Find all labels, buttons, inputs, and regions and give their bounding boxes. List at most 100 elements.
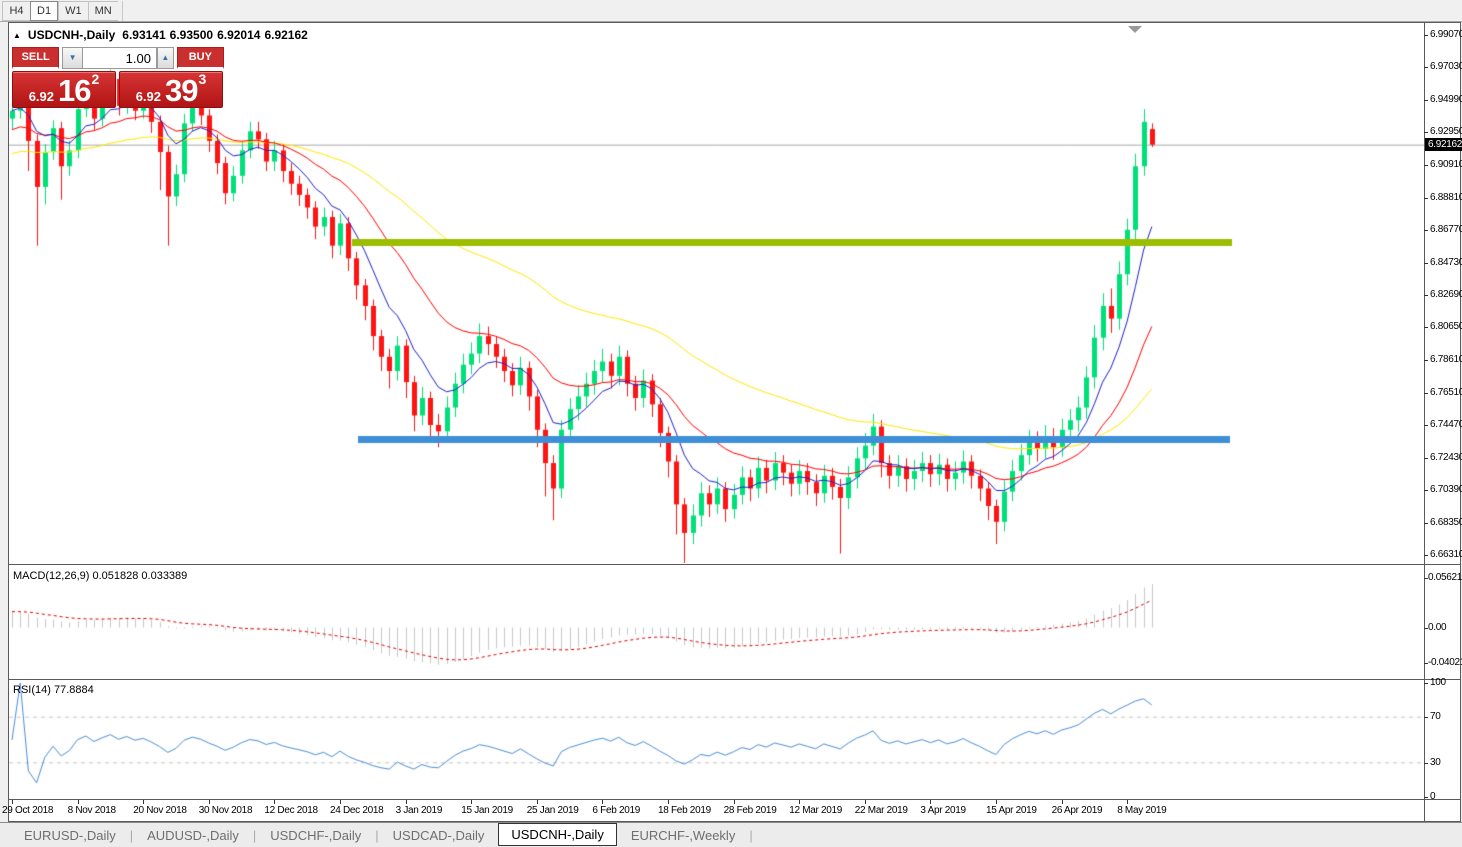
date-axis-tickmark	[668, 800, 669, 804]
macd-axis-label: 0.00	[1428, 621, 1447, 633]
sell-button[interactable]: SELL	[12, 47, 60, 69]
price-axis-tickmark	[1424, 164, 1428, 166]
date-axis-label: 3 Apr 2019	[920, 805, 966, 816]
price-axis-label: 6.66310	[1430, 549, 1462, 560]
price-axis-tickmark	[1424, 555, 1428, 556]
date-axis-tickmark	[143, 800, 145, 804]
macd-indicator-canvas[interactable]	[9, 566, 1424, 678]
timeframe-button-w1[interactable]: W1	[58, 0, 88, 21]
date-axis-label: 26 Apr 2019	[1051, 805, 1103, 816]
sell-price-point: 2	[91, 71, 100, 87]
date-axis-label: 18 Feb 2019	[658, 805, 711, 816]
tab-usdcnh-daily[interactable]: USDCNH-,Daily	[498, 822, 617, 846]
buy-price-point: 3	[198, 71, 207, 87]
metatrader-screen: H4 D1 W1 MN ▲ USDCNH-,Daily 6.93141 6.93…	[0, 0, 1462, 847]
date-axis-label: 6 Feb 2019	[592, 805, 640, 816]
buy-price-box[interactable]: 6.92 39 3	[119, 71, 223, 108]
date-axis-tickmark	[1061, 800, 1063, 804]
buy-price-base: 6.92	[135, 89, 162, 104]
ohlc-close: 6.92162	[264, 28, 308, 42]
price-axis-tickmark	[1424, 393, 1428, 395]
price-axis-label: 6.97030	[1430, 61, 1462, 73]
current-price-tag: 6.92162	[1425, 137, 1462, 151]
date-axis-label: 15 Apr 2019	[986, 805, 1037, 816]
price-axis-tickmark	[1424, 327, 1428, 329]
price-axis-label: 6.88810	[1430, 191, 1462, 203]
date-axis-tickmark	[602, 800, 604, 804]
chart-symbol-title: USDCNH-,Daily	[27, 28, 116, 42]
macd-panel-label: MACD(12,26,9) 0.051828 0.033389	[13, 570, 188, 582]
date-axis-tickmark	[274, 800, 276, 804]
price-axis-label: 6.78610	[1430, 353, 1462, 365]
price-axis-label: 6.92950	[1430, 126, 1462, 138]
date-axis-tickmark	[799, 800, 801, 804]
ohlc-low: 6.92014	[217, 28, 261, 42]
price-axis-label: 6.84730	[1430, 256, 1462, 268]
tab-eurusd-daily[interactable]: EURUSD-,Daily	[10, 825, 130, 846]
date-axis-label: 8 May 2019	[1117, 805, 1167, 816]
tab-eurchf-weekly[interactable]: EURCHF-,Weekly	[617, 825, 750, 846]
rsi-axis-tickmark	[1424, 683, 1428, 684]
buy-price-pips: 39	[165, 73, 198, 108]
price-axis-label: 6.70390	[1430, 484, 1462, 496]
price-axis-tickmark	[1424, 132, 1428, 134]
price-axis-tickmark	[1424, 67, 1428, 69]
timeframe-button-d1[interactable]: D1	[30, 0, 59, 21]
date-axis-label: 28 Feb 2019	[723, 805, 777, 816]
price-axis-label: 6.90910	[1430, 158, 1462, 170]
date-axis-label: 15 Jan 2019	[461, 805, 513, 816]
date-axis-tickmark	[405, 800, 407, 804]
price-axis-tickmark	[1424, 262, 1428, 264]
tab-usdcad-daily[interactable]: USDCAD-,Daily	[379, 825, 499, 846]
ohlc-high: 6.93500	[169, 28, 214, 42]
tab-separator: |	[749, 827, 753, 843]
chart-ohlc-header: ▲ USDCNH-,Daily 6.93141 6.93500 6.92014 …	[13, 28, 308, 42]
timeframe-toolbar: H4 D1 W1 MN	[0, 0, 1462, 22]
macd-rsi-splitter[interactable]	[8, 679, 1461, 680]
price-axis-label: 6.76510	[1430, 387, 1462, 399]
date-axis-label: 30 Nov 2018	[198, 805, 253, 816]
date-axis-tickmark	[864, 800, 866, 804]
tab-usdchf-daily[interactable]: USDCHF-,Daily	[256, 825, 375, 846]
date-axis-tickmark	[1127, 800, 1129, 804]
date-axis-label: 25 Jan 2019	[526, 805, 579, 816]
price-axis-tickmark	[1424, 99, 1428, 101]
price-axis-label: 6.72430	[1430, 451, 1462, 463]
volume-input[interactable]	[82, 47, 157, 69]
timeframe-button-h4[interactable]: H4	[2, 0, 30, 21]
timeframe-button-mn[interactable]: MN	[87, 0, 118, 21]
rsi-axis-label: 100	[1430, 677, 1446, 688]
chart-shift-marker-icon[interactable]	[1128, 26, 1142, 33]
date-axis-tickmark	[996, 800, 997, 804]
price-macd-splitter[interactable]	[8, 564, 1461, 565]
price-axis-label: 6.82690	[1430, 289, 1462, 300]
price-axis-label: 6.99070	[1430, 29, 1462, 40]
buy-button[interactable]: BUY	[176, 47, 224, 69]
date-axis-label: 20 Nov 2018	[133, 805, 187, 816]
rsi-axis-label: 30	[1430, 756, 1441, 768]
price-axis-label: 6.80650	[1430, 321, 1462, 333]
sell-price-box[interactable]: 6.92 16 2	[12, 71, 116, 108]
date-axis-tickmark	[733, 800, 735, 804]
rsi-axis-tickmark	[1424, 717, 1428, 719]
macd-axis-label: 0.056211	[1428, 571, 1462, 583]
date-axis-label: 29 Oct 2018	[2, 805, 54, 816]
rsi-axis-label: 70	[1430, 711, 1441, 723]
date-axis-label: 24 Dec 2018	[330, 805, 384, 816]
price-axis-label: 6.86770	[1430, 224, 1462, 236]
price-axis-tickmark	[1424, 359, 1428, 361]
date-axis-tickmark	[536, 800, 538, 804]
price-axis-tickmark	[1424, 457, 1428, 459]
volume-decrease-button[interactable]: ▼	[62, 47, 83, 69]
collapse-panel-icon[interactable]: ▲	[13, 31, 21, 40]
rsi-panel-label: RSI(14) 77.8884	[13, 684, 94, 696]
toolbar-separator	[121, 0, 123, 21]
price-axis-tickmark	[1424, 490, 1428, 492]
symbol-tab-bar: EURUSD-,Daily | AUDUSD-,Daily | USDCHF-,Dail…	[0, 822, 1462, 847]
date-axis-tickmark	[77, 800, 79, 804]
tab-audusd-daily[interactable]: AUDUSD-,Daily	[133, 825, 253, 846]
date-axis-label: 8 Nov 2018	[67, 805, 116, 816]
volume-increase-button[interactable]: ▲	[156, 47, 174, 69]
price-axis-tickmark	[1424, 425, 1428, 427]
rsi-indicator-canvas[interactable]	[9, 680, 1424, 799]
